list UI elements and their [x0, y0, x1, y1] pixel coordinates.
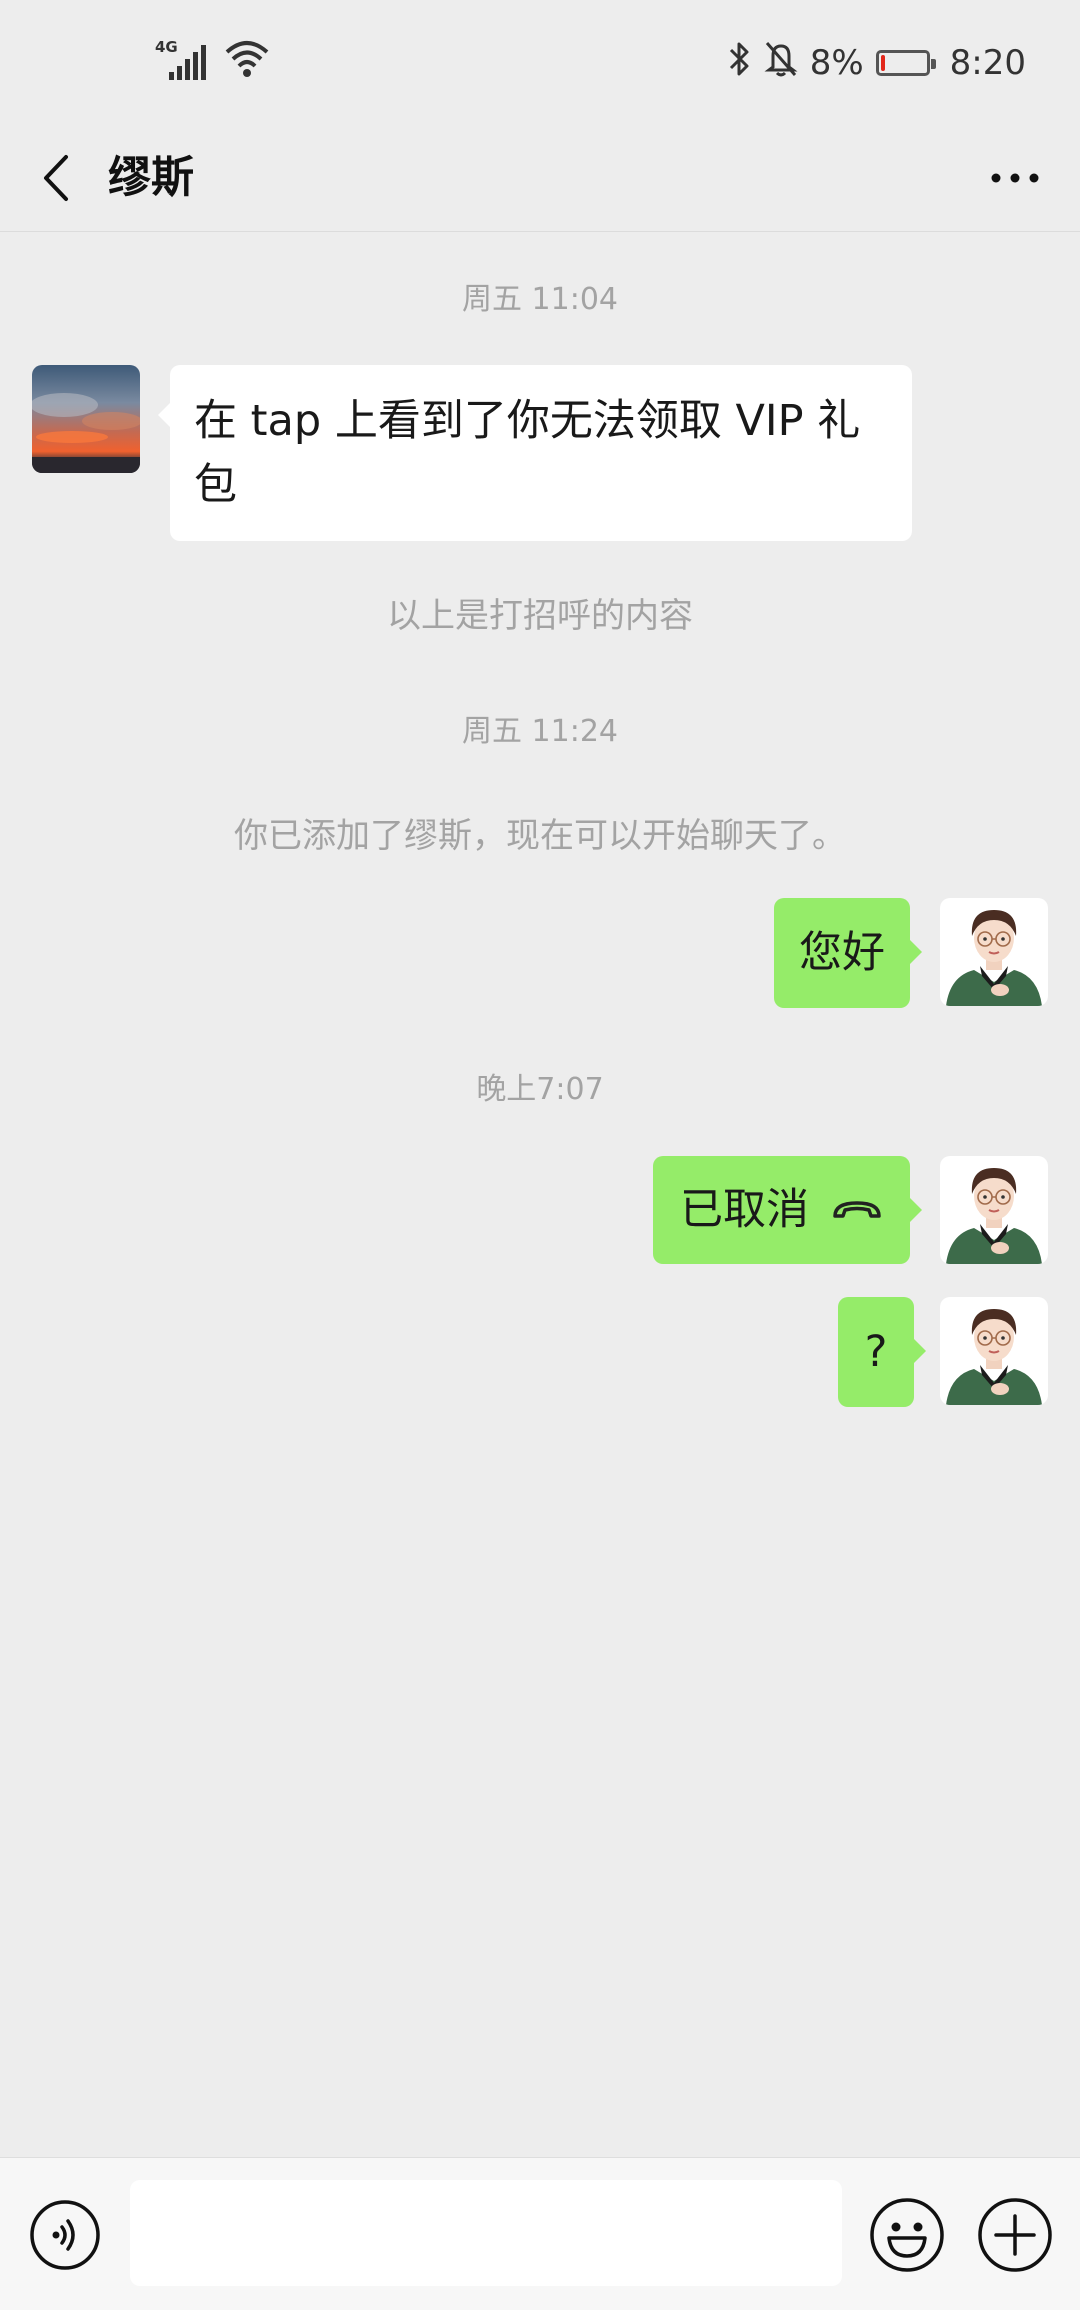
- timestamp: 周五 11:24: [462, 714, 618, 749]
- timestamp: 周五 11:04: [462, 282, 618, 317]
- status-right: 8% 8:20: [728, 38, 1026, 88]
- outgoing-message-bubble[interactable]: 您好: [774, 898, 922, 1008]
- my-avatar[interactable]: [940, 1297, 1048, 1405]
- emoji-button[interactable]: [868, 2196, 946, 2274]
- status-bar: 4G 8% 8:20: [0, 0, 1080, 125]
- battery-icon: [875, 50, 936, 76]
- bell-muted-icon: [764, 39, 798, 88]
- message-text: 您好: [799, 928, 885, 978]
- chat-header: 缪斯: [0, 125, 1080, 232]
- voice-icon: [30, 2200, 100, 2270]
- system-message: 你已添加了缪斯，现在可以开始聊天了。: [234, 816, 846, 856]
- network-type: 4G: [155, 38, 178, 56]
- call-record-bubble[interactable]: 已取消: [653, 1156, 922, 1264]
- emoji-icon: [870, 2198, 944, 2272]
- voice-button[interactable]: [28, 2198, 102, 2272]
- message-text: 在 tap 上看到了你无法领取 VIP 礼包: [194, 396, 861, 510]
- plus-circle-icon: [978, 2198, 1052, 2272]
- chevron-left-icon: [44, 155, 68, 201]
- greeting-note: 以上是打招呼的内容: [387, 596, 693, 636]
- my-avatar[interactable]: [940, 1156, 1048, 1264]
- incoming-message-bubble[interactable]: 在 tap 上看到了你无法领取 VIP 礼包: [158, 365, 912, 541]
- back-button[interactable]: [26, 143, 86, 213]
- more-functions-button[interactable]: [976, 2196, 1054, 2274]
- outgoing-message-bubble[interactable]: ?: [838, 1297, 926, 1407]
- timestamp: 晚上7:07: [476, 1072, 604, 1107]
- page-title: 缪斯: [108, 153, 194, 203]
- more-dots-icon: [991, 173, 1039, 183]
- wifi-icon: [225, 38, 269, 82]
- more-button[interactable]: [980, 143, 1050, 213]
- battery-level-fill: [880, 55, 885, 71]
- call-status-text: 已取消: [680, 1185, 809, 1235]
- status-left: 4G: [155, 38, 269, 82]
- contact-avatar[interactable]: [32, 365, 140, 473]
- bluetooth-icon: [728, 39, 752, 88]
- message-text: ?: [864, 1327, 888, 1377]
- battery-percent: 8%: [809, 43, 864, 83]
- input-bar: [0, 2157, 1080, 2310]
- signal-icon: 4G: [155, 38, 211, 82]
- my-avatar[interactable]: [940, 898, 1048, 1006]
- message-input[interactable]: [130, 2180, 842, 2286]
- chat-history[interactable]: 周五 11:04 在 tap 上看到了你无法领取 VIP 礼包 以上是打招呼的内…: [0, 232, 1080, 2157]
- phone-hangup-icon: [833, 1201, 881, 1218]
- clock: 8:20: [949, 43, 1026, 83]
